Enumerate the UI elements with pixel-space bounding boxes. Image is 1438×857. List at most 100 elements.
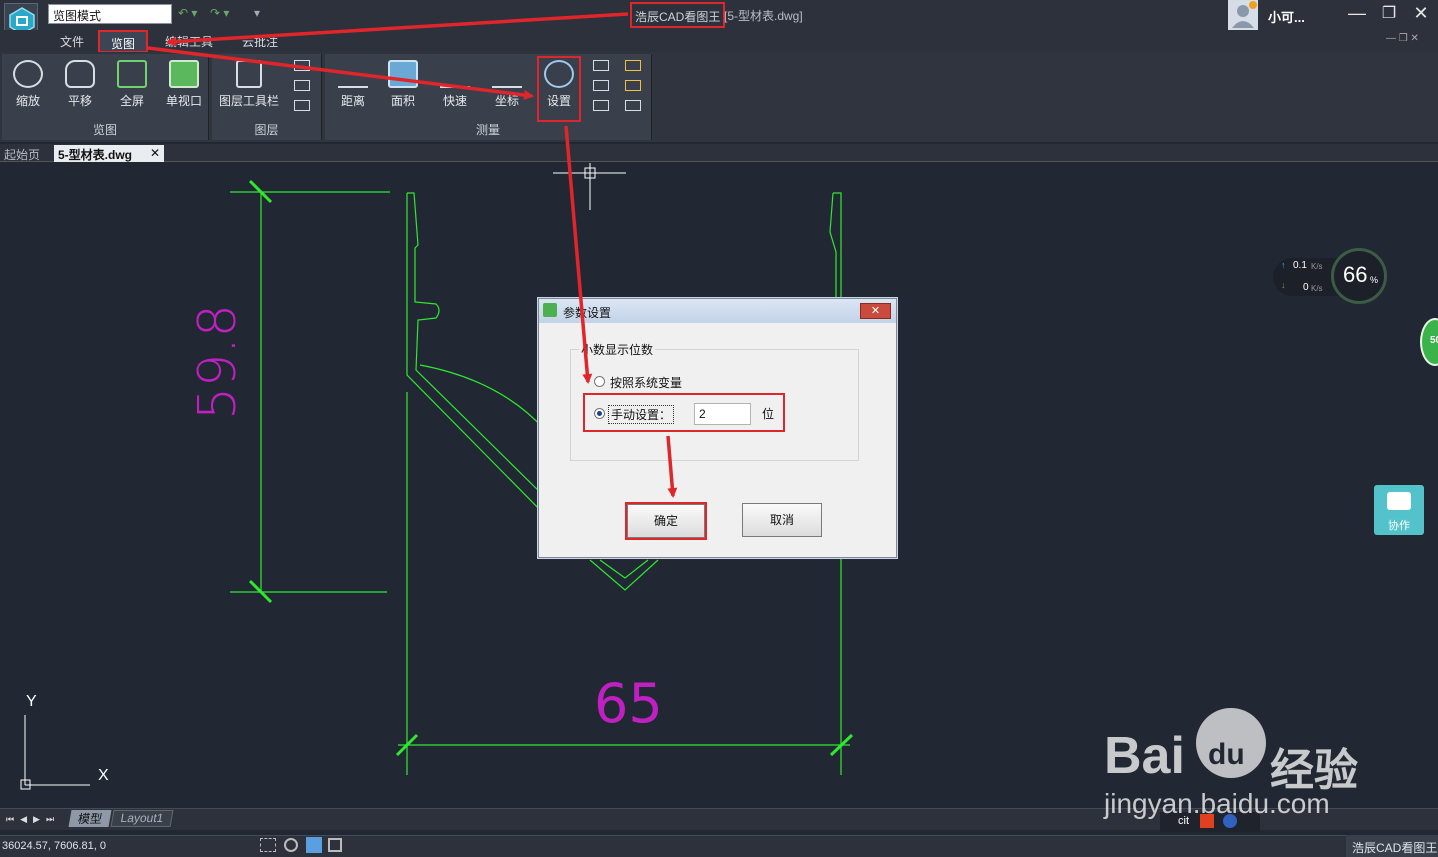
fullscreen-button[interactable]: 全屏 — [112, 60, 152, 109]
upload-speed: 0.1 — [1293, 260, 1307, 271]
dialog-app-icon — [543, 303, 557, 317]
fullscreen-icon — [117, 60, 147, 88]
quick-access-more-button[interactable]: ▾ — [254, 6, 260, 20]
memory-percent-unit: % — [1370, 275, 1379, 285]
status-bar — [0, 835, 1438, 857]
download-arrow-icon: ↓ — [1281, 280, 1286, 290]
radio-system-variable-label[interactable]: 按照系统变量 — [610, 374, 682, 391]
baidu-jingyan-watermark: Bai du 经验 jingyan.baidu.com — [1100, 700, 1438, 828]
document-title: [5-型材表.dwg] — [724, 9, 803, 23]
memory-gauge[interactable]: 66 % — [1331, 248, 1387, 304]
cursor-coordinates: 36024.57, 7606.81, 0 — [2, 840, 106, 852]
measure-option-icon[interactable] — [625, 80, 641, 91]
tab-layout1[interactable]: Layout1 — [110, 810, 174, 827]
ribbon-group-view-label: 览图 — [92, 123, 117, 137]
parameter-settings-dialog: 参数设置 ✕ 小数显示位数 按照系统变量 手动设置： 2 位 确定 取消 — [538, 298, 897, 558]
layer-toolbar-icon — [236, 60, 262, 88]
grid-icon[interactable] — [260, 838, 276, 852]
tab-model[interactable]: 模型 — [68, 810, 112, 827]
radio-system-variable[interactable] — [594, 376, 605, 387]
watermark-url: jingyan.baidu.com — [1104, 788, 1330, 819]
single-viewport-button[interactable]: 单视口 — [162, 60, 206, 109]
watermark-brand: Bai — [1104, 727, 1185, 785]
measure-option-icon[interactable] — [625, 100, 641, 111]
collaborate-label: 协作 — [1388, 520, 1410, 532]
area-button[interactable]: 面积 — [383, 60, 423, 109]
user-name[interactable]: 小可... — [1268, 7, 1305, 26]
cancel-button[interactable]: 取消 — [742, 503, 822, 537]
dialog-title-bar: 参数设置 — [539, 299, 896, 323]
settings-highlight-box — [537, 56, 581, 122]
collaborate-button[interactable]: 协作 — [1374, 485, 1424, 535]
menu-view[interactable]: 览图 — [98, 30, 148, 53]
download-speed: 0 — [1303, 282, 1309, 293]
network-speed-widget[interactable]: ↑ 0.1 K/s ↓ 0 K/s 66 % — [1273, 248, 1388, 304]
quick-measure-icon — [440, 60, 470, 88]
menu-cloud-annotate[interactable]: 云批注 — [242, 33, 278, 50]
menu-file[interactable]: 文件 — [60, 33, 84, 50]
document-tab-bar — [0, 144, 1438, 162]
user-avatar[interactable] — [1228, 0, 1258, 30]
layer-stack-icon[interactable] — [294, 100, 310, 111]
single-viewport-label: 单视口 — [165, 94, 202, 108]
measure-option-icon[interactable] — [625, 60, 641, 71]
paw-logo-icon: du — [1196, 708, 1266, 778]
upload-speed-unit: K/s — [1311, 262, 1323, 271]
fullscreen-label: 全屏 — [119, 94, 144, 108]
ribbon-group-measure: 距离 面积 快速 坐标 设置 测量 — [325, 54, 652, 140]
doc-window-controls[interactable]: — ❐ ✕ — [1386, 33, 1419, 44]
pan-button[interactable]: 平移 — [60, 60, 100, 109]
dialog-close-button[interactable]: ✕ — [860, 303, 891, 319]
menu-edit-tools[interactable]: 编辑工具 — [165, 33, 213, 50]
layer-toolbar-button[interactable]: 图层工具栏 — [216, 60, 282, 109]
layer-stack-icon[interactable] — [294, 80, 310, 91]
coordinate-button[interactable]: 坐标 — [487, 60, 527, 109]
zoom-label: 缩放 — [15, 94, 40, 108]
close-window-button[interactable]: ✕ — [1409, 3, 1433, 24]
menu-bar — [0, 30, 1438, 52]
snap-icon[interactable] — [306, 837, 322, 853]
memory-percent: 66 — [1343, 262, 1368, 287]
ribbon-group-layer-label: 图层 — [254, 123, 279, 137]
upload-arrow-icon: ↑ — [1281, 260, 1286, 270]
decimal-places-group-label: 小数显示位数 — [579, 341, 656, 358]
layer-stack-icon[interactable] — [294, 60, 310, 71]
dimension-text-vertical: 59.8 — [188, 304, 248, 420]
undo-button[interactable]: ↶ ▾ — [178, 6, 197, 20]
chat-bubble-icon — [1387, 492, 1411, 510]
measure-option-icon[interactable] — [593, 60, 609, 71]
ribbon-group-view: 缩放 平移 全屏 单视口 览图 — [2, 54, 209, 140]
minimize-window-button[interactable]: — — [1345, 3, 1369, 24]
download-speed-unit: K/s — [1311, 284, 1323, 293]
layout-nav-arrows[interactable]: ⏮◀▶⏭ — [6, 814, 60, 825]
zoom-button[interactable]: 缩放 — [8, 60, 48, 109]
restore-window-button[interactable]: ❐ — [1377, 3, 1401, 23]
measure-option-icon[interactable] — [593, 100, 609, 111]
zoom-status-icon[interactable] — [284, 838, 298, 852]
measure-option-icon[interactable] — [593, 80, 609, 91]
fullscreen-status-icon[interactable] — [328, 838, 342, 852]
layer-toolbar-label: 图层工具栏 — [218, 94, 279, 108]
ribbon-group-measure-label: 测量 — [475, 123, 500, 137]
ribbon-group-layer: 图层工具栏 图层 — [212, 54, 322, 140]
redo-button[interactable]: ↷ ▾ — [210, 6, 229, 20]
dimension-text-horizontal: 65 — [594, 672, 663, 735]
area-icon — [388, 60, 418, 88]
view-mode-select[interactable]: 览图模式 — [48, 4, 172, 24]
watermark-brand-du: du — [1208, 738, 1245, 771]
tab-active-drawing-label: 5-型材表.dwg — [58, 148, 132, 162]
tab-active-drawing[interactable]: 5-型材表.dwg ✕ — [54, 145, 164, 162]
ok-highlight-box — [625, 502, 707, 540]
coordinate-icon — [492, 60, 522, 88]
app-title: 浩辰CAD看图王 — [630, 2, 726, 28]
ucs-x-label: X — [98, 767, 109, 784]
distance-icon — [338, 60, 368, 88]
tab-start-page[interactable]: 起始页 — [4, 146, 52, 162]
hand-icon — [65, 60, 95, 88]
close-tab-icon[interactable]: ✕ — [150, 146, 160, 160]
quick-measure-label: 快速 — [442, 94, 467, 108]
distance-button[interactable]: 距离 — [333, 60, 373, 109]
coordinate-label: 坐标 — [494, 94, 519, 108]
quick-measure-button[interactable]: 快速 — [435, 60, 475, 109]
area-label: 面积 — [390, 94, 415, 108]
